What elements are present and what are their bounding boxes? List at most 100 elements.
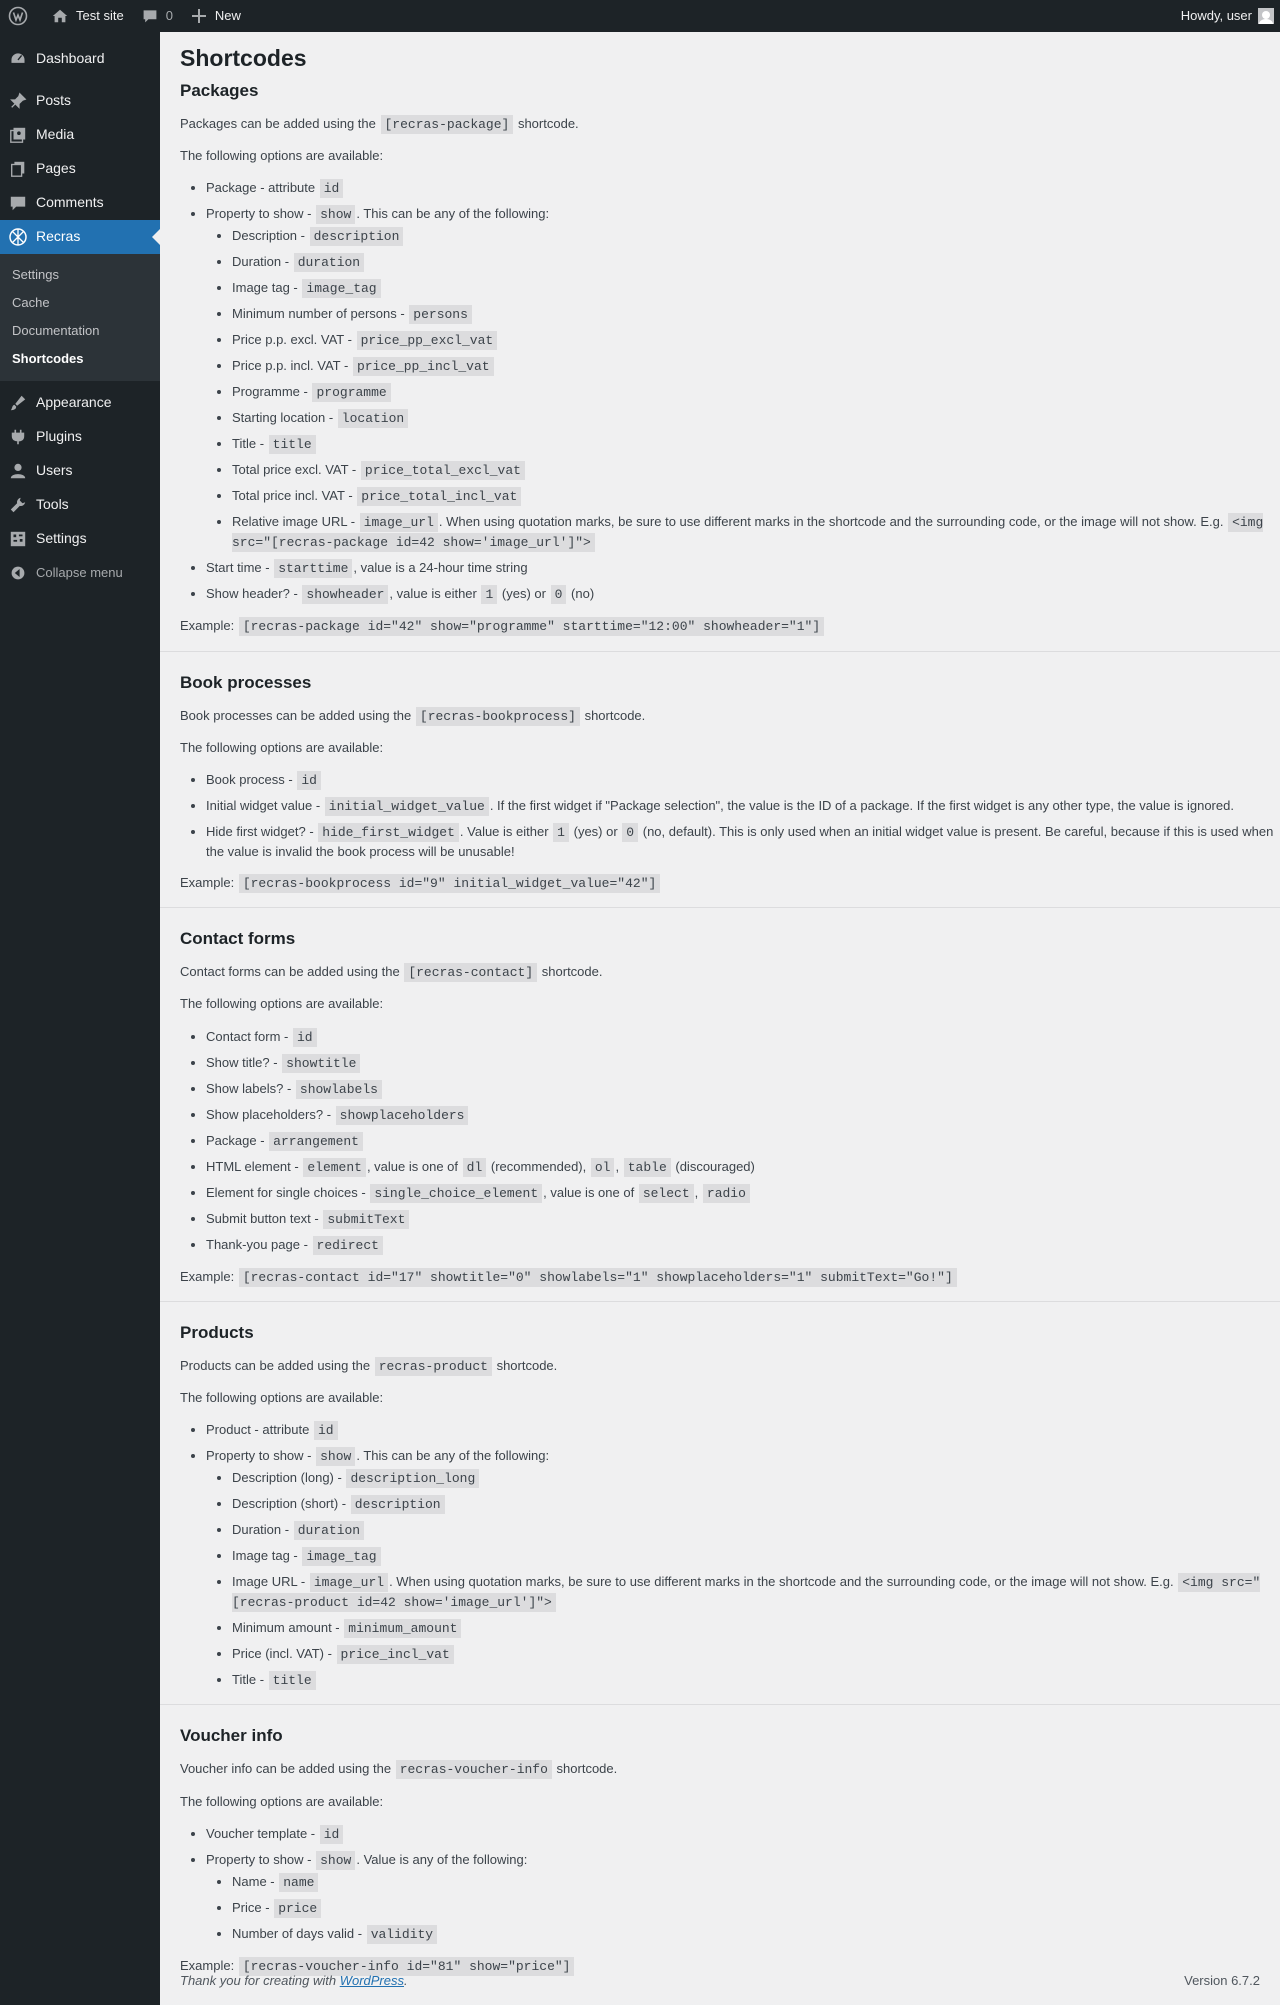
- option-text: , value is either: [389, 586, 477, 602]
- option-code: id: [313, 1421, 338, 1441]
- menu-item-plugins[interactable]: Plugins: [0, 420, 160, 454]
- option-code: id: [319, 1824, 344, 1844]
- menu-label: Recras: [36, 228, 81, 245]
- menu-label: Dashboard: [36, 50, 105, 67]
- property-label: Description (short) -: [232, 1496, 347, 1512]
- property-label: Relative image URL -: [232, 514, 356, 530]
- option-label: Product - attribute: [206, 1422, 310, 1438]
- option-label: HTML element -: [206, 1158, 299, 1174]
- collapse-label: Collapse menu: [36, 564, 123, 580]
- option-code: single_choice_element: [370, 1183, 543, 1203]
- property-code: name: [279, 1872, 319, 1892]
- options-list: Book process - id Initial widget value -…: [180, 770, 1280, 861]
- list-item: Price p.p. incl. VAT - price_pp_incl_vat: [232, 356, 1280, 377]
- menu-item-posts[interactable]: Posts: [0, 84, 160, 118]
- menu-item-tools[interactable]: Tools: [0, 488, 160, 522]
- home-icon: [50, 6, 70, 26]
- property-label: Image tag -: [232, 1548, 298, 1564]
- property-label: Price p.p. incl. VAT -: [232, 358, 349, 374]
- option-label: Property to show -: [206, 206, 312, 222]
- property-label: Total price excl. VAT -: [232, 462, 357, 478]
- wp-logo-button[interactable]: [0, 0, 42, 32]
- property-label: Total price incl. VAT -: [232, 488, 353, 504]
- wordpress-link[interactable]: WordPress: [340, 1973, 404, 1988]
- property-code: price_pp_incl_vat: [352, 357, 494, 377]
- property-label: Price -: [232, 1899, 270, 1915]
- section-divider: [160, 650, 1280, 652]
- option-code: redirect: [312, 1235, 383, 1255]
- property-label: Description (long) -: [232, 1470, 342, 1486]
- collapse-menu-button[interactable]: Collapse menu: [0, 556, 160, 590]
- list-item: Description (long) - description_long: [232, 1468, 1280, 1489]
- menu-item-pages[interactable]: Pages: [0, 152, 160, 186]
- option-label: Show header? -: [206, 586, 298, 602]
- section-title: Packages: [180, 80, 259, 100]
- comments-count: 0: [165, 7, 173, 23]
- list-item: Image tag - image_tag: [232, 1546, 1280, 1567]
- pages-icon: [8, 159, 28, 179]
- example-line: Example: [recras-bookprocess id="9" init…: [180, 874, 1280, 894]
- menu-item-appearance[interactable]: Appearance: [0, 386, 160, 420]
- option-text: ,: [694, 1184, 699, 1200]
- option-code: submitText: [323, 1209, 410, 1229]
- options-intro: The following options are available:: [180, 1793, 384, 1809]
- list-item: Programme - programme: [232, 382, 1280, 403]
- my-account-link[interactable]: Howdy, user: [1173, 0, 1280, 32]
- submenu-documentation[interactable]: Documentation: [0, 317, 160, 345]
- option-label: Package -: [206, 1132, 265, 1148]
- property-code: minimum_amount: [344, 1619, 462, 1639]
- menu-label: Appearance: [36, 394, 112, 411]
- option-label: Initial widget value -: [206, 798, 321, 814]
- menu-item-settings[interactable]: Settings: [0, 522, 160, 556]
- option-code: showplaceholders: [335, 1105, 469, 1125]
- shortcode-code: [recras-package]: [380, 114, 514, 134]
- intro-text: shortcode.: [541, 964, 603, 980]
- list-item: Number of days valid - validity: [232, 1924, 1280, 1944]
- property-code: price: [274, 1898, 322, 1918]
- property-code: price_pp_excl_vat: [356, 331, 498, 351]
- property-code: description_long: [346, 1469, 480, 1489]
- value-code: 0: [622, 823, 639, 843]
- example-code: [recras-bookprocess id="9" initial_widge…: [238, 874, 661, 894]
- option-code: showheader: [302, 585, 389, 605]
- list-item: Relative image URL - image_url. When usi…: [232, 512, 1280, 553]
- property-list: Description - description Duration - dur…: [206, 226, 1280, 553]
- list-item: Property to show - show. This can be any…: [206, 204, 1280, 553]
- option-label: Thank-you page -: [206, 1236, 308, 1252]
- option-label: Book process -: [206, 772, 293, 788]
- example-label: Example:: [180, 618, 235, 634]
- submenu-shortcodes[interactable]: Shortcodes: [0, 345, 160, 373]
- shortcode-code: recras-voucher-info: [395, 1760, 552, 1780]
- submenu-cache[interactable]: Cache: [0, 289, 160, 317]
- list-item: Contact form - id: [206, 1027, 1280, 1047]
- property-code: price_total_incl_vat: [357, 487, 522, 507]
- value-code: select: [638, 1183, 694, 1203]
- main-content: Shortcodes Packages Packages can be adde…: [160, 32, 1280, 1989]
- plug-icon: [8, 427, 28, 447]
- menu-item-recras[interactable]: Recras: [0, 220, 160, 254]
- menu-item-users[interactable]: Users: [0, 454, 160, 488]
- new-content-link[interactable]: New: [181, 0, 249, 32]
- section-divider: [160, 1704, 1280, 1706]
- section-contact-forms: Contact forms Contact forms can be added…: [180, 928, 1280, 1287]
- option-text: . This can be any of the following:: [356, 1448, 550, 1464]
- menu-item-comments[interactable]: Comments: [0, 186, 160, 220]
- list-item: Book process - id: [206, 770, 1280, 791]
- list-item: Package - attribute id: [206, 178, 1280, 199]
- intro-text: shortcode.: [556, 1761, 618, 1777]
- option-code: hide_first_widget: [318, 823, 459, 843]
- submenu-settings[interactable]: Settings: [0, 261, 160, 289]
- property-code: price_incl_vat: [336, 1645, 454, 1665]
- option-code: arrangement: [269, 1131, 363, 1151]
- site-name-link[interactable]: Test site: [42, 0, 132, 32]
- shortcode-code: [recras-bookprocess]: [415, 706, 580, 726]
- value-code: 1: [553, 823, 569, 843]
- property-code: validity: [366, 1924, 438, 1944]
- menu-item-dashboard[interactable]: Dashboard: [0, 42, 160, 76]
- list-item: Minimum number of persons - persons: [232, 304, 1280, 325]
- menu-item-media[interactable]: Media: [0, 118, 160, 152]
- page-title: Shortcodes: [180, 45, 307, 71]
- example-line: Example: [recras-contact id="17" showtit…: [180, 1267, 1280, 1287]
- comments-link[interactable]: 0: [132, 0, 181, 32]
- option-label: Show labels? -: [206, 1080, 292, 1096]
